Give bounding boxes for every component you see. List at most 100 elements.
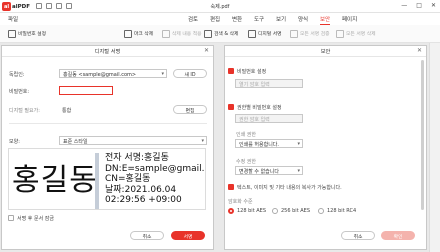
sign-button[interactable]: 서명 xyxy=(171,231,205,240)
app-name: alPDF xyxy=(12,3,30,10)
permission-password-label: 권한별 비밀번호 설정 xyxy=(237,105,282,111)
mark-delete-tool[interactable]: 마크 삭제 xyxy=(124,29,153,38)
verify-signatures-tool: 모든 서명 검증 xyxy=(290,29,330,38)
id-select-value: 홍길동 <sample@gmail.com> xyxy=(63,72,137,78)
signature-detail-line: CN=홍길동 xyxy=(105,174,151,184)
maximize-icon[interactable]: □ xyxy=(416,2,422,9)
delete-signatures-tool: 모든 서명 삭제 xyxy=(336,29,376,38)
menu-tools[interactable]: 도구 xyxy=(254,15,264,23)
app-logo-icon: al xyxy=(2,2,11,11)
menu-security[interactable]: 보안 xyxy=(320,15,331,25)
digital-signature-tool[interactable]: 디지털 서명 xyxy=(248,29,282,38)
signature-separator xyxy=(95,153,99,209)
open-password-checkbox[interactable] xyxy=(228,68,234,74)
print-permission-value: 인쇄를 허용합니다. xyxy=(239,142,279,148)
tool-label: 삭제 내용 적용 xyxy=(172,32,202,37)
undo-icon[interactable] xyxy=(56,3,62,9)
tool-label: 모든 서명 삭제 xyxy=(346,32,376,37)
chevron-down-icon: ▾ xyxy=(297,141,300,147)
dialog-title: 보안 xyxy=(225,46,426,57)
lock-after-sign-label: 서명 후 문서 잠금 xyxy=(17,216,54,222)
right-panel-strip xyxy=(429,43,440,252)
close-icon[interactable]: ✕ xyxy=(204,47,209,54)
app-logo: al alPDF xyxy=(2,2,30,11)
id-select[interactable]: 홍길동 <sample@gmail.com> ▾ xyxy=(59,69,167,78)
menu-bar: 파일 검토 편집 변환 도구 보기 양식 보안 페이지 xyxy=(0,13,440,25)
encryption-option-radio[interactable] xyxy=(318,208,324,214)
search-delete-tool[interactable]: 검색 & 삭제 xyxy=(204,29,238,38)
menu-file[interactable]: 파일 xyxy=(8,15,18,23)
edit-permission-select[interactable]: 변경할 수 없습니다 ▾ xyxy=(235,166,303,175)
menu-edit[interactable]: 편집 xyxy=(210,15,220,23)
tool-label: 검색 & 삭제 xyxy=(214,32,239,37)
save-icon[interactable] xyxy=(36,3,42,9)
open-password-input[interactable]: 열기 암호 입력 xyxy=(235,79,303,88)
section-divider xyxy=(9,123,207,124)
password-input[interactable] xyxy=(59,86,113,95)
verify-icon xyxy=(290,29,298,38)
redo-icon[interactable] xyxy=(66,3,72,9)
dialog-title: 디지털 서명 xyxy=(2,46,213,57)
tool-label: 비밀번호 설정 xyxy=(18,32,47,37)
permission-password-input[interactable]: 권한 암호 입력 xyxy=(235,114,303,123)
chevron-down-icon: ▾ xyxy=(201,138,204,144)
close-icon[interactable]: ✕ xyxy=(417,47,422,54)
encryption-option-label: 128 bit RC4 xyxy=(327,208,357,214)
ribbon-toolbar: 비밀번호 설정 마크 삭제 삭제 내용 적용 검색 & 삭제 디지털 서명 모든… xyxy=(0,25,440,43)
dialog-scrollbar[interactable] xyxy=(421,60,424,210)
quick-access-toolbar xyxy=(36,3,72,9)
apply-redaction-tool: 삭제 내용 적용 xyxy=(162,29,202,38)
security-cancel-button[interactable]: 취소 xyxy=(341,231,375,240)
tool-label: 모든 서명 검증 xyxy=(300,32,330,37)
close-icon[interactable]: ✕ xyxy=(431,2,436,9)
print-icon[interactable] xyxy=(46,3,52,9)
window-title: 숙제.pdf xyxy=(210,4,230,10)
new-id-button[interactable]: 새 ID xyxy=(173,69,207,78)
security-ok-button[interactable]: 확인 xyxy=(381,231,415,240)
edit-permission-value: 변경할 수 없습니다 xyxy=(239,169,279,175)
encryption-option-radio[interactable] xyxy=(228,208,234,214)
trash-icon xyxy=(336,29,344,38)
menu-page[interactable]: 페이지 xyxy=(342,15,357,23)
minimize-icon[interactable]: — xyxy=(401,2,407,9)
signature-detail-line: DN:E=sample@gmail.com, xyxy=(105,163,205,174)
signature-detail-line: 전자 서명:홍길동 xyxy=(105,153,169,163)
chevron-down-icon: ▾ xyxy=(161,71,164,77)
signature-icon xyxy=(248,29,256,38)
appearance-label: 디지털 필요가: xyxy=(9,108,40,114)
style-label: 모양: xyxy=(9,139,20,145)
tool-label: 디지털 서명 xyxy=(258,32,282,37)
signature-preview: 홍길동 전자 서명:홍길동 DN:E=sample@gmail.com, CN=… xyxy=(8,148,206,210)
print-permission-select[interactable]: 인쇄를 허용합니다. ▾ xyxy=(235,139,303,148)
window-controls: — □ ✕ xyxy=(401,2,436,9)
allow-copy-checkbox[interactable] xyxy=(228,184,234,190)
lock-after-sign-checkbox[interactable] xyxy=(8,215,14,221)
lock-icon xyxy=(8,29,16,38)
allow-copy-label: 텍스트, 이미지 및 기타 내용의 복사가 가능합니다. xyxy=(237,185,342,191)
signature-name: 홍길동 xyxy=(12,163,98,198)
cancel-button[interactable]: 취소 xyxy=(130,231,164,240)
menu-form[interactable]: 양식 xyxy=(298,15,308,23)
password-label: 비밀번호: xyxy=(9,89,30,95)
menu-convert[interactable]: 변환 xyxy=(232,15,242,23)
search-icon xyxy=(204,29,212,38)
permission-password-checkbox[interactable] xyxy=(228,104,234,110)
encryption-option-radio[interactable] xyxy=(272,208,278,214)
edit-appearance-button[interactable]: 편집 xyxy=(173,105,207,114)
style-select[interactable]: 표준 스타일 ▾ xyxy=(59,136,207,145)
id-label: 독립인: xyxy=(9,72,25,78)
chevron-down-icon: ▾ xyxy=(297,168,300,174)
menu-view[interactable]: 보기 xyxy=(276,15,286,23)
print-permission-label: 인쇄 권한 xyxy=(236,132,256,138)
signature-details: 전자 서명:홍길동 DN:E=sample@gmail.com, CN=홍길동 … xyxy=(105,153,205,206)
title-bar: al alPDF 숙제.pdf — □ ✕ xyxy=(0,0,440,13)
edit-permission-label: 수정 권한 xyxy=(236,159,256,165)
tool-label: 마크 삭제 xyxy=(134,32,154,37)
set-password-tool[interactable]: 비밀번호 설정 xyxy=(8,29,46,38)
signature-detail-line: 날짜:2021.06.04 xyxy=(105,184,177,195)
menu-review[interactable]: 검토 xyxy=(188,15,198,23)
style-select-value: 표준 스타일 xyxy=(63,139,88,145)
encryption-level-label: 암호화 수준 xyxy=(228,199,253,205)
encryption-option-label: 256 bit AES xyxy=(281,208,310,214)
encryption-option-label: 128 bit AES xyxy=(237,208,266,214)
